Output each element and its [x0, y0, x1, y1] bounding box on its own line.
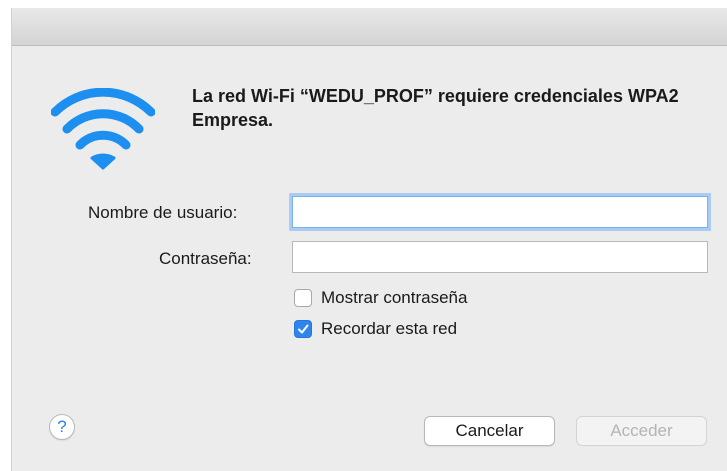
screen: La red Wi-Fi “WEDU_PROF” requiere creden… — [0, 0, 727, 471]
username-input[interactable] — [292, 196, 708, 228]
remember-network-label[interactable]: Recordar esta red — [321, 319, 457, 339]
checkmark-icon — [298, 324, 309, 334]
show-password-checkbox[interactable] — [294, 289, 312, 307]
access-button[interactable]: Acceder — [576, 416, 707, 446]
wifi-icon — [51, 88, 155, 170]
password-label: Contraseña: — [159, 249, 252, 268]
dialog-titlebar — [12, 8, 727, 46]
dialog-message: La red Wi-Fi “WEDU_PROF” requiere creden… — [192, 86, 679, 130]
show-password-label[interactable]: Mostrar contraseña — [321, 288, 467, 308]
remember-network-option[interactable]: Recordar esta red — [294, 318, 457, 340]
password-input[interactable] — [292, 241, 708, 273]
show-password-option[interactable]: Mostrar contraseña — [294, 287, 467, 309]
username-label: Nombre de usuario: — [88, 203, 238, 222]
help-button[interactable]: ? — [49, 414, 75, 440]
remember-network-checkbox[interactable] — [294, 320, 312, 338]
cancel-button[interactable]: Cancelar — [424, 416, 555, 446]
wifi-credentials-dialog: La red Wi-Fi “WEDU_PROF” requiere creden… — [11, 8, 727, 471]
